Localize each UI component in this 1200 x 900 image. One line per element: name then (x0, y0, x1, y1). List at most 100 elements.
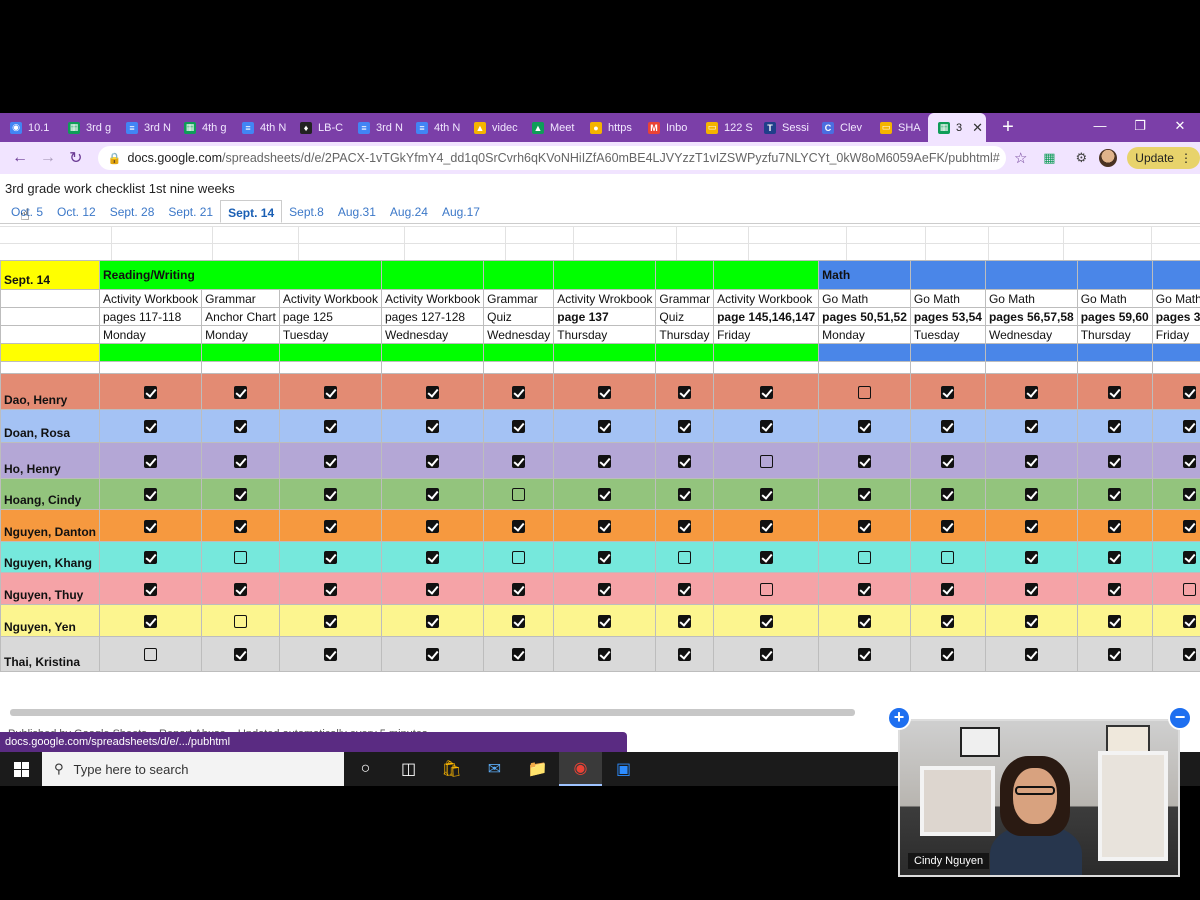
checked-checkbox (1024, 420, 1038, 434)
checkbox-cell (818, 478, 911, 510)
checkbox-cell (278, 478, 382, 510)
sheet-tab[interactable]: Aug.24 (383, 200, 435, 223)
browser-tab-label: 3rd N (144, 121, 171, 134)
browser-tab[interactable]: C Clev (812, 113, 870, 142)
sheet-tab[interactable]: Sept. 14 (220, 200, 283, 223)
browser-tab-label: videc (492, 121, 518, 134)
column-subject: Go Math (1151, 289, 1200, 308)
checked-checkbox (858, 420, 872, 434)
reload-icon[interactable]: ↻ (62, 148, 90, 168)
browser-tab[interactable]: ≡ 4th N (406, 113, 464, 142)
student-row: Dao, Henry (0, 373, 1200, 410)
column-detail: pages 59,60 (1076, 307, 1153, 326)
checked-checkbox (323, 648, 337, 662)
checked-checkbox (233, 519, 247, 533)
store-icon[interactable]: 🛍 (430, 752, 473, 786)
checkbox-cell (483, 636, 555, 672)
checkbox-cell (553, 636, 657, 672)
sheet-tab[interactable]: Aug.17 (435, 200, 487, 223)
drive-icon: ▲ (474, 121, 486, 134)
chrome-icon[interactable]: ◉ (559, 752, 602, 786)
profile-avatar[interactable] (1099, 149, 1118, 167)
add-video-button[interactable]: + (887, 706, 911, 730)
browser-tab[interactable]: ≡ 3rd N (116, 113, 174, 142)
restore-button[interactable]: ❐ (1120, 113, 1160, 142)
sheet-tab[interactable]: Oct. 12 (50, 200, 103, 223)
sheet-tab[interactable]: Sept.8 (282, 200, 331, 223)
video-call-thumbnail[interactable]: Cindy Nguyen (898, 719, 1180, 877)
column-subject: Grammar (483, 289, 555, 308)
minimize-button[interactable]: — (1080, 113, 1120, 142)
windows-start-icon[interactable] (0, 761, 42, 777)
browser-tab[interactable]: ▲ Meet (522, 113, 580, 142)
close-tab-icon[interactable]: ✕ (972, 120, 983, 136)
student-name: Doan, Rosa (0, 409, 100, 443)
browser-tab[interactable]: ≡ 3rd N (348, 113, 406, 142)
column-subject: Activity Workbook (380, 289, 485, 308)
checkbox-cell (98, 604, 203, 637)
forward-arrow-icon[interactable]: → (34, 149, 62, 167)
horizontal-scrollbar[interactable] (10, 709, 855, 716)
sheet-tab[interactable]: Aug.31 (331, 200, 383, 223)
url-field[interactable]: 🔒 docs.google.com/spreadsheets/d/e/2PACX… (97, 146, 1006, 170)
browser-tab[interactable]: ≡ 4th N (232, 113, 290, 142)
browser-tab[interactable]: ▦ 3rd g (58, 113, 116, 142)
bookmark-star-icon[interactable]: ☆ (1014, 149, 1027, 167)
checked-checkbox (233, 648, 247, 662)
browser-tab[interactable]: ▦ 4th g (174, 113, 232, 142)
browser-tab[interactable]: ◉ 10.1 (0, 113, 58, 142)
sheet-tab[interactable]: Sept. 28 (103, 200, 162, 223)
checkbox-cell (553, 509, 657, 542)
update-button[interactable]: Update ⋮ (1127, 147, 1200, 169)
task-view-icon[interactable]: ◫ (387, 752, 430, 786)
checkbox-cell (655, 604, 715, 637)
checkbox-cell (818, 509, 911, 542)
checkbox-cell (1151, 442, 1200, 479)
checked-checkbox (598, 614, 612, 628)
column-detail: page 137 (553, 307, 657, 326)
checkbox-cell (278, 442, 382, 479)
docs-icon: ≡ (358, 121, 370, 134)
blank-cell (1151, 361, 1200, 374)
browser-tab[interactable]: ♦ LB-C (290, 113, 348, 142)
document-title: 3rd grade work checklist 1st nine weeks (5, 181, 235, 196)
checked-checkbox (759, 519, 773, 533)
header-fill (1151, 260, 1200, 290)
checked-checkbox (941, 648, 955, 662)
checkbox-cell (201, 478, 280, 510)
taskbar-search-box[interactable]: ⚲ Type here to search (42, 752, 344, 786)
checked-checkbox (1108, 519, 1122, 533)
file-explorer-icon[interactable]: 📁 (516, 752, 559, 786)
checkbox-cell (818, 572, 911, 605)
sheets-extension-icon[interactable]: ▦ (1039, 149, 1059, 167)
student-name: Nguyen, Yen (0, 604, 100, 637)
browser-tab[interactable]: ▭ SHA (870, 113, 928, 142)
unchecked-checkbox (1183, 582, 1197, 596)
sheet-tab[interactable]: Sept. 21 (161, 200, 220, 223)
minimize-video-button[interactable]: − (1168, 706, 1192, 730)
zoom-icon[interactable]: ▣ (602, 752, 645, 786)
back-arrow-icon[interactable]: ← (6, 149, 34, 167)
checked-checkbox (941, 385, 955, 399)
checked-checkbox (323, 488, 337, 502)
checkbox-cell (483, 541, 555, 573)
checked-checkbox (759, 488, 773, 502)
browser-tab[interactable]: ● https (580, 113, 638, 142)
checked-checkbox (1183, 648, 1197, 662)
browser-tab[interactable]: ▲ videc (464, 113, 522, 142)
browser-tab[interactable]: M Inbo (638, 113, 696, 142)
cortana-icon[interactable]: ○ (344, 752, 387, 786)
browser-tab[interactable]: T Sessi (754, 113, 812, 142)
column-day: Thursday (553, 325, 657, 344)
checked-checkbox (678, 488, 692, 502)
close-window-button[interactable]: ✕ (1160, 113, 1200, 142)
docs-icon: ≡ (242, 121, 254, 134)
student-row: Nguyen, Yen (0, 604, 1200, 637)
new-tab-button[interactable]: + (996, 116, 1020, 139)
browser-tab[interactable]: ▭ 122 S (696, 113, 754, 142)
checked-checkbox (1024, 519, 1038, 533)
browser-tab[interactable]: ▦ 3 ✕ (928, 113, 986, 142)
mail-icon[interactable]: ✉ (473, 752, 516, 786)
checked-checkbox (233, 420, 247, 434)
extensions-puzzle-icon[interactable]: ⚙ (1071, 149, 1091, 167)
